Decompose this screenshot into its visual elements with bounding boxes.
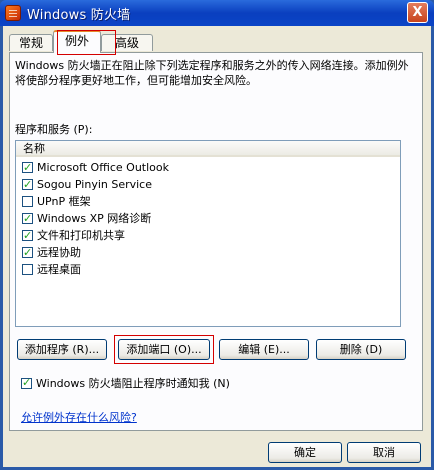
list-item[interactable]: Microsoft Office Outlook bbox=[22, 159, 169, 176]
description-text: Windows 防火墙正在阻止除下列选定程序和服务之外的传入网络连接。添加例外将… bbox=[15, 59, 409, 87]
edit-button[interactable]: 编辑 (E)... bbox=[219, 339, 309, 360]
list-item[interactable]: 远程协助 bbox=[22, 244, 81, 261]
checkbox[interactable] bbox=[22, 195, 33, 207]
programs-label: 程序和服务 (P): bbox=[15, 123, 93, 136]
window-title: Windows 防火墙 bbox=[27, 8, 131, 23]
list-item-label: Microsoft Office Outlook bbox=[37, 161, 169, 174]
checkbox[interactable] bbox=[22, 227, 33, 244]
list-item-label: 远程桌面 bbox=[37, 263, 81, 276]
notify-label: Windows 防火墙阻止程序时通知我 (N) bbox=[36, 377, 230, 390]
list-item[interactable]: Sogou Pinyin Service bbox=[22, 176, 152, 193]
programs-list[interactable]: 名称 Microsoft Office Outlook Sogou Pinyin… bbox=[15, 140, 401, 327]
list-item-label: Sogou Pinyin Service bbox=[37, 178, 153, 191]
close-button[interactable]: X bbox=[407, 2, 428, 23]
add-port-button[interactable]: 添加端口 (O)... bbox=[118, 339, 210, 360]
notify-checkbox[interactable] bbox=[21, 375, 32, 390]
list-item-label: 文件和打印机共享 bbox=[37, 229, 125, 242]
list-item-label: 远程协助 bbox=[37, 246, 81, 259]
checkbox[interactable] bbox=[22, 263, 33, 275]
checkbox[interactable] bbox=[22, 244, 33, 261]
risk-help-link[interactable]: 允许例外存在什么风险? bbox=[21, 409, 137, 425]
list-item[interactable]: Windows XP 网络诊断 bbox=[22, 210, 151, 227]
list-item-label: Windows XP 网络诊断 bbox=[37, 212, 152, 225]
tab-advanced[interactable]: 高级 bbox=[101, 34, 153, 51]
dialog-body: 常规 例外 高级 Windows 防火墙正在阻止除下列选定程序和服务之外的传入网… bbox=[3, 26, 431, 467]
checkbox[interactable] bbox=[22, 210, 33, 227]
tab-exceptions[interactable]: 例外 bbox=[53, 30, 101, 53]
list-item-label: UPnP 框架 bbox=[37, 195, 91, 208]
add-program-button[interactable]: 添加程序 (R)... bbox=[17, 339, 107, 360]
list-item[interactable]: 文件和打印机共享 bbox=[22, 227, 125, 244]
list-item[interactable]: 远程桌面 bbox=[22, 261, 81, 278]
notify-option[interactable]: Windows 防火墙阻止程序时通知我 (N) bbox=[21, 375, 230, 391]
title-bar: Windows 防火墙 X bbox=[0, 0, 434, 26]
list-item[interactable]: UPnP 框架 bbox=[22, 193, 91, 210]
delete-button[interactable]: 删除 (D) bbox=[316, 339, 406, 360]
tab-general[interactable]: 常规 bbox=[9, 34, 53, 51]
firewall-icon bbox=[5, 5, 21, 21]
checkbox[interactable] bbox=[22, 159, 33, 176]
cancel-button[interactable]: 取消 bbox=[347, 442, 421, 463]
checkbox[interactable] bbox=[22, 176, 33, 193]
column-header-name[interactable]: 名称 bbox=[16, 141, 400, 157]
ok-button[interactable]: 确定 bbox=[268, 442, 342, 463]
